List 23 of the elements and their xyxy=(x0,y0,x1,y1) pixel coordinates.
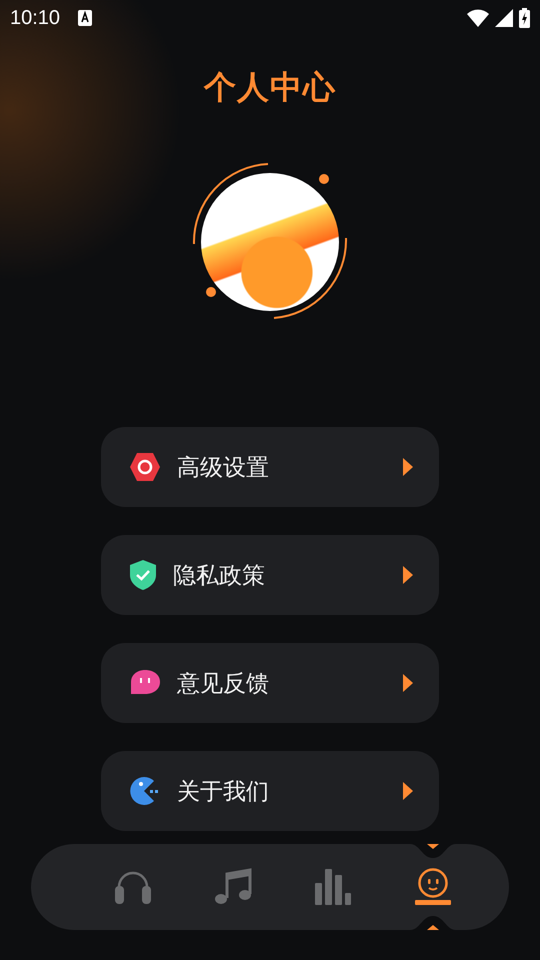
shield-check-icon xyxy=(129,559,157,591)
chevron-right-icon xyxy=(403,674,413,692)
tab-notch-marker xyxy=(410,844,456,858)
menu-item[interactable]: 意见反馈 xyxy=(101,643,439,723)
bar-chart-icon xyxy=(314,868,352,906)
battery-charging-icon xyxy=(519,8,530,28)
menu-item[interactable]: 高级设置 xyxy=(101,427,439,507)
hexagon-ring-icon xyxy=(129,452,161,482)
tab-notch-marker xyxy=(410,916,456,930)
page-title: 个人中心 xyxy=(204,67,336,108)
signal-icon xyxy=(495,9,513,27)
status-time: 10:10 xyxy=(10,6,60,30)
pacman-icon xyxy=(129,776,161,806)
chevron-right-icon xyxy=(403,566,413,584)
menu-item[interactable]: 隐私政策 xyxy=(101,535,439,615)
chevron-right-icon xyxy=(403,782,413,800)
chevron-right-icon xyxy=(403,458,413,476)
wifi-icon xyxy=(467,9,489,27)
smiley-face-icon xyxy=(414,868,452,906)
menu-item[interactable]: 关于我们 xyxy=(101,751,439,831)
keyboard-notification-icon xyxy=(78,10,92,26)
chat-bubble-icon xyxy=(129,669,161,697)
music-note-icon xyxy=(214,868,252,906)
